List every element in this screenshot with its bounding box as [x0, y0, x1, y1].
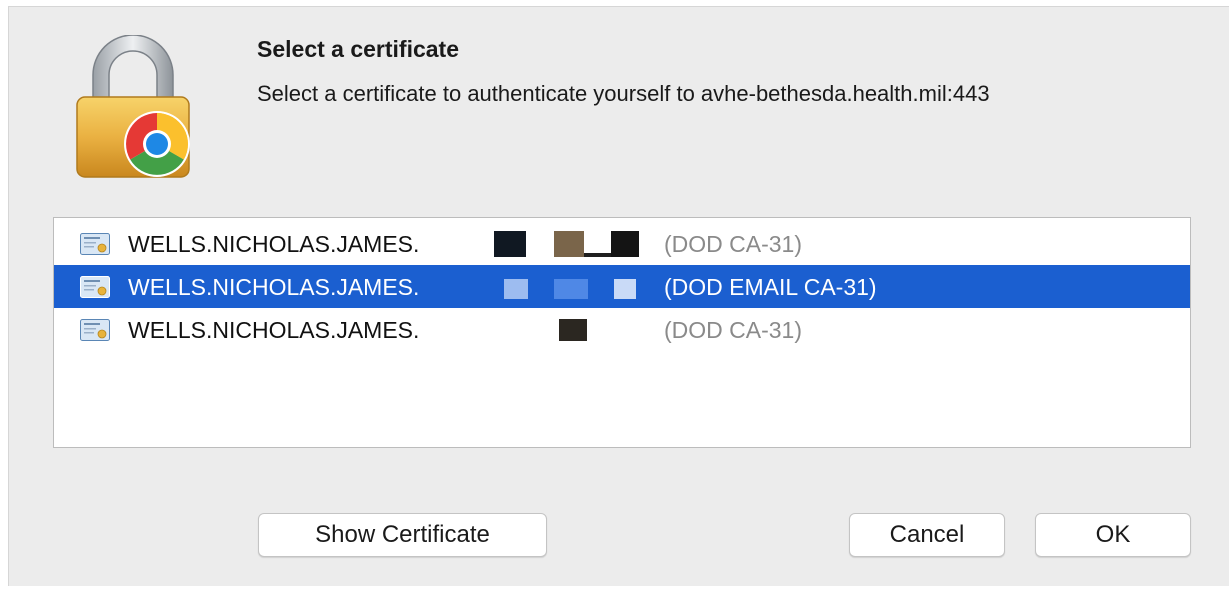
certificate-icon: [80, 276, 110, 298]
certificate-issuer: (DOD CA-31): [664, 317, 803, 343]
redaction-mark: [494, 231, 526, 257]
redaction-mark: [611, 231, 639, 257]
redaction-mark: [554, 279, 588, 299]
cancel-button[interactable]: Cancel: [849, 513, 1005, 557]
certificate-issuer: (DOD EMAIL CA-31): [664, 274, 877, 300]
redaction-mark: [614, 279, 636, 299]
certificate-icon: [80, 319, 110, 341]
redaction-mark: [584, 253, 614, 257]
padlock-chrome-icon: [76, 35, 190, 178]
redaction-mark: [504, 279, 528, 299]
certificate-icon: [80, 233, 110, 255]
redaction-mark: [554, 231, 584, 257]
dialog-title: Select a certificate: [257, 36, 460, 62]
certificate-name: WELLS.NICHOLAS.JAMES.: [128, 274, 420, 300]
certificate-row[interactable]: WELLS.NICHOLAS.JAMES. (DOD CA-31): [54, 308, 1190, 351]
ok-button[interactable]: OK: [1035, 513, 1191, 557]
dialog-message: Select a certificate to authenticate you…: [257, 81, 990, 106]
certificate-list[interactable]: WELLS.NICHOLAS.JAMES. (DOD CA-31) WELLS.…: [53, 217, 1191, 448]
certificate-name: WELLS.NICHOLAS.JAMES.: [128, 231, 420, 257]
show-certificate-button[interactable]: Show Certificate: [258, 513, 547, 557]
certificate-row-selected[interactable]: WELLS.NICHOLAS.JAMES. (DOD EMAIL CA-31): [54, 265, 1190, 308]
certificate-issuer: (DOD CA-31): [664, 231, 803, 257]
redaction-mark: [559, 319, 587, 341]
certificate-name: WELLS.NICHOLAS.JAMES.: [128, 317, 420, 343]
certificate-dialog: Select a certificate Select a certificat…: [8, 6, 1229, 586]
certificate-row[interactable]: WELLS.NICHOLAS.JAMES. (DOD CA-31): [54, 222, 1190, 265]
